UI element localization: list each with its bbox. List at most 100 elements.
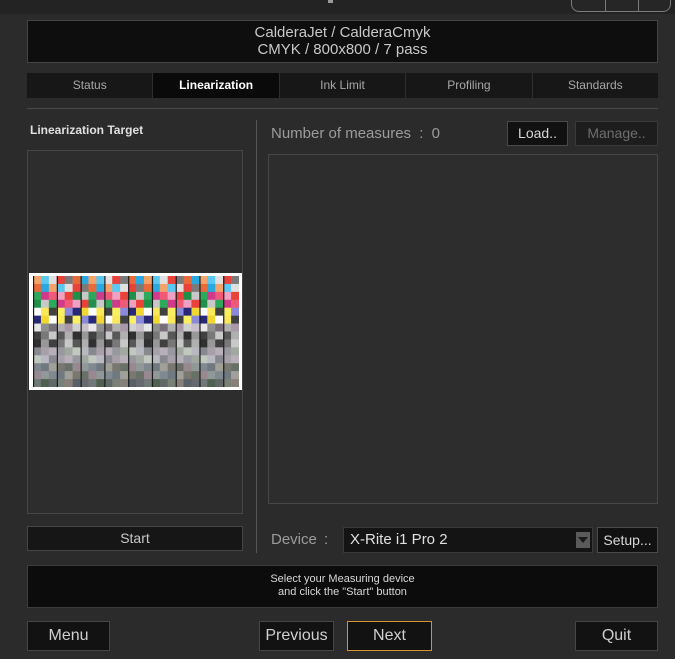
color-patch <box>120 331 129 340</box>
color-patch <box>151 323 161 332</box>
color-patch <box>48 363 58 372</box>
color-patch <box>151 283 161 293</box>
color-patch <box>136 331 145 340</box>
color-patch <box>159 307 168 316</box>
color-patch <box>136 283 145 293</box>
color-patch <box>231 339 239 348</box>
window-controls[interactable] <box>571 0 671 12</box>
color-patch <box>33 283 42 293</box>
color-patch <box>64 291 73 301</box>
color-patch <box>56 371 65 380</box>
measures-list-panel[interactable] <box>268 154 658 504</box>
color-patch <box>96 283 105 293</box>
color-patch <box>175 299 184 309</box>
color-patch <box>88 315 97 324</box>
color-patch <box>120 347 129 356</box>
color-patch <box>151 339 161 348</box>
color-patch <box>128 363 137 372</box>
color-patch <box>215 315 224 324</box>
color-patch <box>72 347 81 356</box>
color-patch <box>136 276 145 285</box>
color-patch <box>151 315 161 324</box>
color-patch <box>223 355 232 364</box>
color-patch <box>33 291 42 301</box>
color-patch <box>223 291 232 301</box>
color-patch <box>80 315 89 324</box>
patch-column-divider <box>175 276 177 387</box>
color-patch <box>167 291 176 301</box>
color-patch <box>136 323 145 332</box>
color-patch <box>199 371 208 380</box>
color-patch <box>33 307 42 316</box>
color-patch <box>56 363 65 372</box>
load-button[interactable]: Load.. <box>507 121 568 146</box>
tab-profiling[interactable]: Profiling <box>406 73 533 98</box>
color-patch <box>128 323 137 332</box>
color-patch <box>56 283 65 293</box>
color-patch <box>48 347 58 356</box>
color-patch <box>56 307 65 316</box>
color-patch <box>104 283 113 293</box>
setup-button[interactable]: Setup... <box>597 527 658 553</box>
color-patch <box>183 315 192 324</box>
color-patch <box>88 307 97 316</box>
color-patch <box>64 307 73 316</box>
color-patch <box>167 347 176 356</box>
color-patch <box>159 371 168 380</box>
color-patch <box>33 355 42 364</box>
color-patch <box>199 307 208 316</box>
color-patch <box>104 323 113 332</box>
color-patch <box>175 363 184 372</box>
color-patch <box>215 331 224 340</box>
previous-button[interactable]: Previous <box>259 621 334 651</box>
color-patch <box>223 339 232 348</box>
color-patch <box>64 339 73 348</box>
tab-status[interactable]: Status <box>27 73 154 98</box>
color-patch <box>167 276 176 285</box>
color-patch <box>96 355 105 364</box>
color-patch <box>231 291 239 301</box>
color-patch <box>215 379 224 387</box>
color-patch <box>112 291 121 301</box>
color-patch <box>207 379 216 387</box>
color-patch <box>207 363 216 372</box>
color-patch <box>48 315 58 324</box>
color-patch <box>151 299 161 309</box>
color-patch <box>96 291 105 301</box>
color-patch <box>223 299 232 309</box>
color-patch <box>183 283 192 293</box>
patch-column-divider <box>151 276 154 387</box>
patch-column-divider <box>56 276 58 387</box>
color-patch <box>143 355 153 364</box>
color-patch <box>175 379 184 387</box>
color-patch <box>120 283 129 293</box>
color-patch <box>175 307 184 316</box>
color-patch <box>72 339 81 348</box>
color-patch <box>223 363 232 372</box>
color-patch <box>191 339 200 348</box>
quit-button[interactable]: Quit <box>575 621 658 651</box>
color-patch <box>96 379 105 387</box>
color-patch <box>215 307 224 316</box>
color-patch <box>151 307 161 316</box>
start-button[interactable]: Start <box>27 526 243 551</box>
tab-linearization[interactable]: Linearization <box>153 73 280 98</box>
color-patch <box>56 339 65 348</box>
color-patch <box>80 299 89 309</box>
color-patch <box>167 283 176 293</box>
color-patch <box>215 276 224 285</box>
color-patch <box>56 291 65 301</box>
color-patch <box>120 307 129 316</box>
color-patch <box>143 299 153 309</box>
color-patch <box>231 331 239 340</box>
next-button[interactable]: Next <box>347 621 432 651</box>
color-patch <box>159 355 168 364</box>
color-patch <box>88 339 97 348</box>
device-select[interactable]: X-Rite i1 Pro 2 <box>343 527 593 553</box>
color-patch <box>72 371 81 380</box>
tab-ink-limit[interactable]: Ink Limit <box>279 73 407 98</box>
chevron-down-icon[interactable] <box>576 532 590 548</box>
menu-button[interactable]: Menu <box>27 621 110 651</box>
tab-standards[interactable]: Standards <box>532 73 659 98</box>
color-patch <box>48 291 58 301</box>
